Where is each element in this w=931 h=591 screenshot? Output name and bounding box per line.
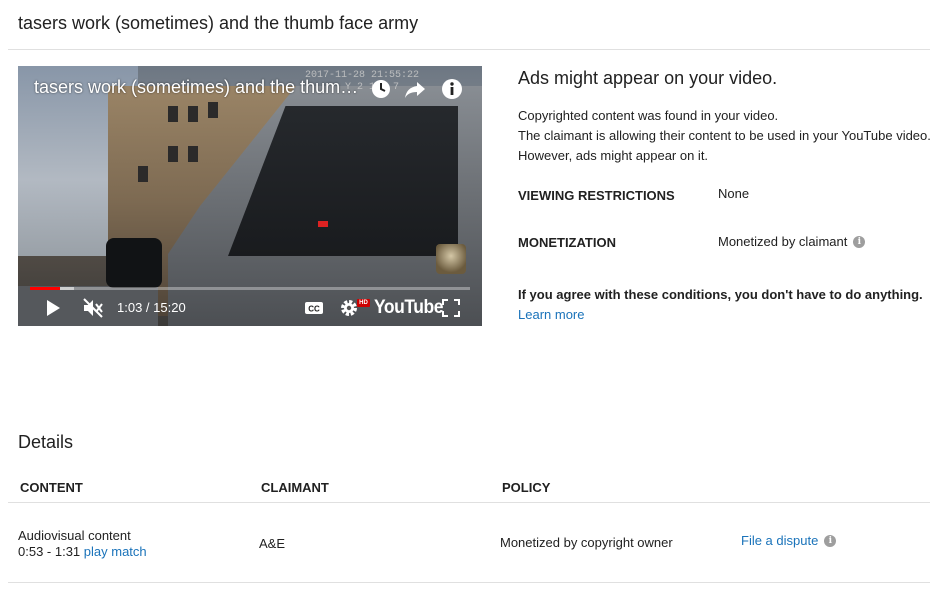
viewing-restrictions-label: VIEWING RESTRICTIONS xyxy=(518,188,675,203)
claim-description-line: The claimant is allowing their content t… xyxy=(518,128,931,143)
match-range: 0:53 - 1:31 xyxy=(18,544,81,559)
learn-more-link[interactable]: Learn more xyxy=(518,307,584,322)
video-frame-window xyxy=(188,146,198,162)
play-icon[interactable] xyxy=(44,294,62,322)
info-icon[interactable]: i xyxy=(824,534,837,547)
column-header-policy: POLICY xyxy=(502,480,551,495)
info-icon[interactable]: i xyxy=(853,235,866,248)
content-type: Audiovisual content xyxy=(18,528,131,543)
svg-text:CC: CC xyxy=(308,305,320,314)
claim-heading: Ads might appear on your video. xyxy=(518,68,778,88)
time-display: 1:03 / 15:20 xyxy=(117,300,186,315)
info-icon[interactable] xyxy=(441,78,463,100)
claimant-name: A&E xyxy=(259,536,286,551)
monetization-text: Monetized by claimant xyxy=(718,234,848,249)
header-divider xyxy=(8,49,930,50)
video-frame-sticker xyxy=(436,244,466,274)
dispute-action: File a dispute i xyxy=(741,533,837,548)
video-title[interactable]: tasers work (sometimes) and the thum… xyxy=(34,77,358,98)
video-frame-mirror xyxy=(106,238,162,288)
table-header-divider xyxy=(8,502,930,503)
share-icon[interactable] xyxy=(404,78,426,100)
cc-icon[interactable]: CC xyxy=(304,294,324,322)
page-title: tasers work (sometimes) and the thumb fa… xyxy=(18,13,419,33)
video-frame-window xyxy=(208,102,218,118)
column-header-claimant: CLAIMANT xyxy=(261,480,329,495)
content-range: 0:53 - 1:31 play match xyxy=(18,544,147,559)
file-dispute-link[interactable]: File a dispute xyxy=(741,533,818,548)
monetization-value: Monetized by claimant i xyxy=(718,234,866,249)
clock-icon[interactable] xyxy=(370,78,392,100)
youtube-logo[interactable]: YouTube xyxy=(374,297,443,319)
claim-description-line: Copyrighted content was found in your vi… xyxy=(518,108,779,123)
progress-bar[interactable] xyxy=(30,287,470,290)
video-frame-window xyxy=(168,146,178,162)
volume-muted-icon[interactable] xyxy=(82,294,104,322)
video-player[interactable]: 2017-11-28 21:55:22 Y 2 104 7 tasers wor… xyxy=(18,66,482,326)
hd-badge: HD xyxy=(357,299,370,307)
video-frame-window xyxy=(168,106,178,122)
agree-conditions-text: If you agree with these conditions, you … xyxy=(518,287,923,302)
fullscreen-icon[interactable] xyxy=(442,294,460,322)
viewing-restrictions-value: None xyxy=(718,186,749,201)
column-header-content: CONTENT xyxy=(20,480,83,495)
policy-text: Monetized by copyright owner xyxy=(500,535,673,550)
viewing-restrictions-text: None xyxy=(718,186,750,201)
video-frame-window xyxy=(138,166,148,182)
progress-played xyxy=(30,287,60,290)
gear-icon[interactable] xyxy=(339,294,359,322)
details-heading: Details xyxy=(18,432,74,452)
monetization-label: MONETIZATION xyxy=(518,235,616,250)
claim-description-line: However, ads might appear on it. xyxy=(518,148,709,163)
play-match-link[interactable]: play match xyxy=(84,544,147,559)
video-frame-window xyxy=(188,106,198,122)
video-frame-light xyxy=(318,221,328,227)
table-bottom-divider xyxy=(8,582,930,583)
